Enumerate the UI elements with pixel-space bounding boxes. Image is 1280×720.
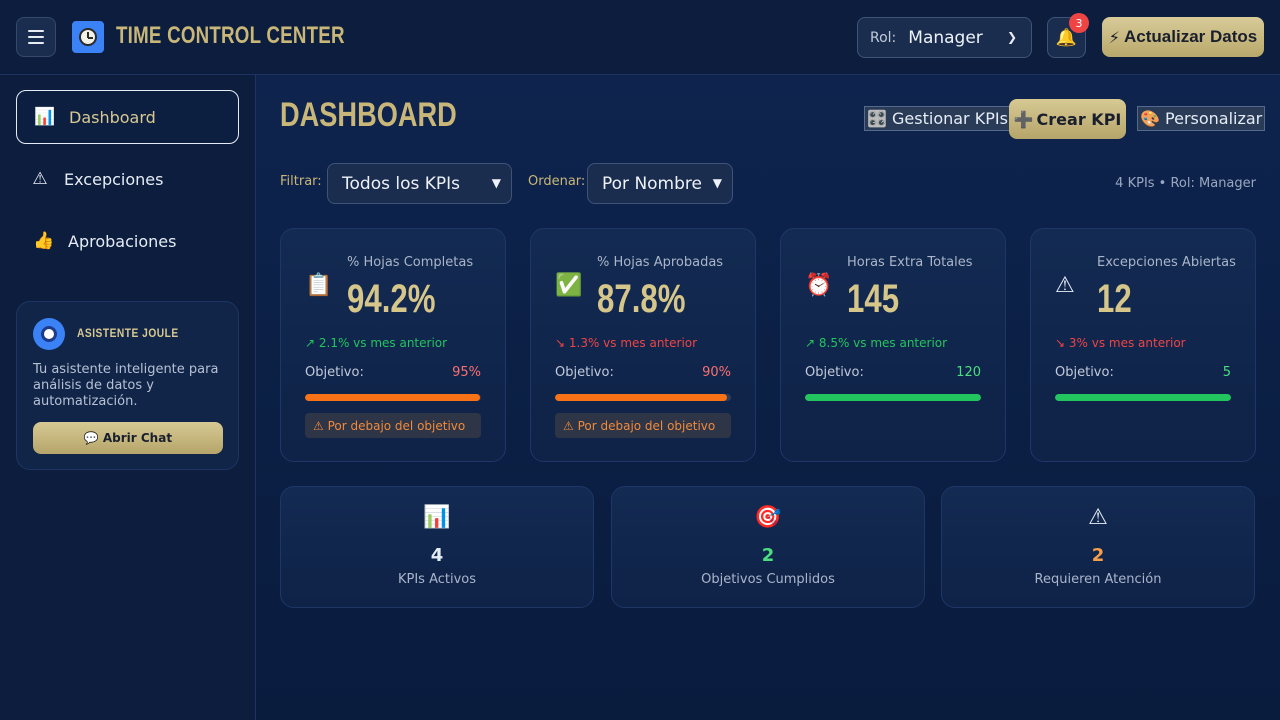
kpi-card-hojas-aprobadas[interactable]: ✅ % Hojas Aprobadas 87.8% ↘ 1.3% vs mes … (530, 228, 756, 462)
kpi-name: % Hojas Completas (347, 255, 474, 270)
thumbs-up-icon: 👍 (33, 231, 55, 251)
alarm-clock-icon: ⏰ (805, 273, 833, 298)
sort-select[interactable]: Por Nombre ▼ (587, 163, 733, 204)
kpi-name: Excepciones Abiertas (1097, 255, 1236, 270)
kpi-trend: ↗ 2.1% vs mes anterior (305, 336, 448, 350)
clock-logo-icon (72, 21, 104, 53)
kpi-target: 95% (452, 365, 481, 380)
kpi-objective-label: Objetivo: (1055, 365, 1114, 380)
summary-card-active-kpis: 📊 4 KPIs Activos (280, 486, 594, 608)
filter-select[interactable]: Todos los KPIs ▼ (327, 163, 512, 204)
target-icon: 🎯 (754, 505, 782, 530)
manage-kpis-label: Gestionar KPIs (892, 109, 1008, 128)
kpi-card-horas-extra[interactable]: ⏰ Horas Extra Totales 145 ↗ 8.5% vs mes … (780, 228, 1006, 462)
summary-label: Requieren Atención (1034, 572, 1162, 587)
kpi-name: Horas Extra Totales (847, 255, 973, 270)
kpi-target: 120 (956, 365, 981, 380)
customize-label: Personalizar (1165, 109, 1263, 128)
summary-card-objectives-met: 🎯 2 Objetivos Cumplidos (611, 486, 925, 608)
role-value: Manager (908, 27, 983, 48)
role-label: Rol: (870, 29, 897, 46)
kpi-progress-fill (555, 394, 727, 401)
control-knobs-icon: 🎛️ (867, 109, 887, 128)
kpi-target: 90% (702, 365, 731, 380)
page-title: DASHBOARD (280, 96, 457, 134)
menu-button[interactable] (16, 17, 56, 57)
kpi-progress-bar (805, 394, 981, 401)
summary-value: 2 (1091, 545, 1105, 566)
kpi-count-meta: 4 KPIs • Rol: Manager (1115, 176, 1256, 191)
chevron-down-icon: ▼ (712, 176, 722, 190)
filter-value: Todos los KPIs (342, 173, 461, 194)
assistant-description: Tu asistente inteligente para análisis d… (33, 362, 219, 409)
kpi-value: 12 (1097, 277, 1132, 321)
open-chat-button[interactable]: 💬 Abrir Chat (33, 422, 223, 454)
top-header: TIME CONTROL CENTER Rol: Manager ❯ 🔔 3 ⚡… (0, 0, 1280, 75)
kpi-progress-fill (805, 394, 981, 401)
create-kpi-button[interactable]: ➕ Crear KPI (1009, 99, 1126, 139)
kpi-warning: ⚠ Por debajo del objetivo (555, 413, 731, 438)
bar-chart-icon: 📊 (34, 107, 56, 127)
sidebar-item-aprobaciones[interactable]: 👍 Aprobaciones (16, 214, 239, 268)
palette-icon: 🎨 (1140, 109, 1160, 128)
sort-label: Ordenar: (528, 174, 586, 189)
warning-icon: ⚠ (1055, 273, 1075, 298)
sidebar-item-label: Dashboard (69, 107, 156, 127)
filter-label: Filtrar: (280, 174, 322, 189)
warning-icon: ⚠ (32, 169, 48, 189)
kpi-target: 5 (1222, 365, 1231, 380)
kpi-name: % Hojas Aprobadas (597, 255, 724, 270)
plus-icon: ➕ (1013, 109, 1034, 129)
kpi-progress-bar (1055, 394, 1231, 401)
role-select[interactable]: Rol: Manager ❯ (857, 17, 1032, 58)
kpi-trend: ↘ 1.3% vs mes anterior (555, 336, 698, 350)
warning-icon: ⚠ (1088, 505, 1108, 530)
notification-badge: 3 (1069, 13, 1089, 33)
kpi-objective-label: Objetivo: (305, 365, 364, 380)
chevron-down-icon: ❯ (1006, 30, 1017, 44)
summary-card-need-attention: ⚠ 2 Requieren Atención (941, 486, 1255, 608)
refresh-data-button[interactable]: ⚡ Actualizar Datos (1102, 17, 1264, 57)
open-chat-label: Abrir Chat (102, 431, 173, 445)
sidebar-item-label: Excepciones (64, 169, 164, 189)
summary-label: Objetivos Cumplidos (701, 572, 835, 587)
clipboard-icon: 📋 (305, 273, 333, 298)
sidebar: 📊 Dashboard ⚠ Excepciones 👍 Aprobaciones… (0, 75, 256, 720)
customize-button[interactable]: 🎨 Personalizar (1137, 106, 1266, 131)
kpi-progress-fill (305, 394, 480, 401)
sidebar-item-excepciones[interactable]: ⚠ Excepciones (16, 152, 239, 206)
kpi-card-hojas-completas[interactable]: 📋 % Hojas Completas 94.2% ↗ 2.1% vs mes … (280, 228, 506, 462)
chat-bubble-icon: 💬 (83, 431, 99, 445)
kpi-value: 94.2% (347, 277, 436, 321)
assistant-title: ASISTENTE JOULE (77, 326, 179, 340)
sidebar-item-label: Aprobaciones (68, 231, 177, 251)
kpi-objective-label: Objetivo: (805, 365, 864, 380)
refresh-data-label: Actualizar Datos (1124, 27, 1258, 46)
kpi-warning: ⚠ Por debajo del objetivo (305, 413, 481, 438)
kpi-trend: ↗ 8.5% vs mes anterior (805, 336, 948, 350)
kpi-value: 145 (847, 277, 900, 321)
lightning-icon: ⚡ (1108, 27, 1121, 47)
manage-kpis-button[interactable]: 🎛️ Gestionar KPIs (864, 106, 1011, 131)
kpi-progress-bar (555, 394, 731, 401)
app-title: TIME CONTROL CENTER (116, 22, 345, 49)
hamburger-icon (28, 30, 44, 32)
chevron-down-icon: ▼ (491, 176, 501, 190)
check-mark-icon: ✅ (555, 273, 583, 298)
sort-value: Por Nombre (602, 173, 702, 194)
kpi-progress-bar (305, 394, 481, 401)
kpi-card-excepciones-abiertas[interactable]: ⚠ Excepciones Abiertas 12 ↘ 3% vs mes an… (1030, 228, 1256, 462)
kpi-trend: ↘ 3% vs mes anterior (1055, 336, 1186, 350)
kpi-objective-label: Objetivo: (555, 365, 614, 380)
kpi-value: 87.8% (597, 277, 686, 321)
kpi-progress-fill (1055, 394, 1231, 401)
assistant-icon (33, 318, 65, 350)
sidebar-item-dashboard[interactable]: 📊 Dashboard (16, 90, 239, 144)
bar-chart-icon: 📊 (423, 505, 451, 530)
summary-value: 4 (430, 545, 444, 566)
create-kpi-label: Crear KPI (1036, 109, 1122, 129)
summary-value: 2 (761, 545, 775, 566)
summary-label: KPIs Activos (397, 572, 477, 587)
assistant-panel: ASISTENTE JOULE Tu asistente inteligente… (16, 301, 239, 470)
